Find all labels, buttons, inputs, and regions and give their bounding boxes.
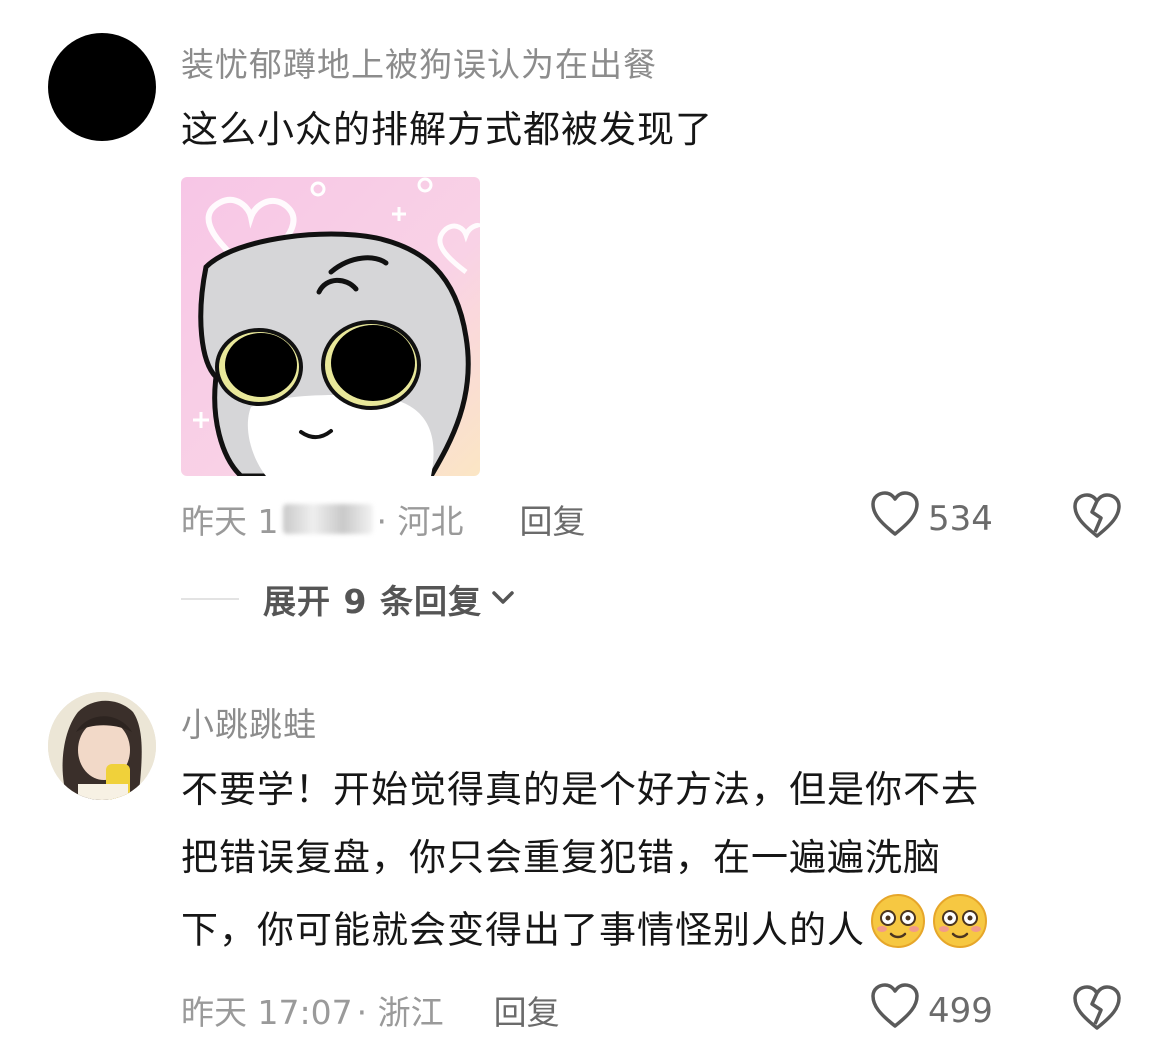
dislike-button[interactable] xyxy=(1072,492,1122,544)
sticker-image[interactable] xyxy=(181,177,480,476)
blurred-time xyxy=(282,504,373,534)
comment-text-line-3: 下，你可能就会变得出了事情怪别人的人 xyxy=(181,892,989,972)
comment-text: 不要学！开始觉得真的是个好方法，但是你不去 把错误复盘，你只会重复犯错，在一遍遍… xyxy=(181,756,989,972)
comment-location: · 浙江 xyxy=(356,993,444,1032)
comment-text: 这么小众的排解方式都被发现了 xyxy=(181,108,713,151)
username[interactable]: 小跳跳蛙 xyxy=(181,698,317,746)
comment-time: 昨天 17:07 xyxy=(181,993,353,1032)
expand-replies-label: 展开 9 条回复 xyxy=(263,582,482,621)
divider-line xyxy=(181,598,239,600)
like-button[interactable]: 499 xyxy=(870,982,993,1039)
comment-time: 昨天 1 xyxy=(181,502,279,541)
sticker-cat-illustration xyxy=(181,177,480,476)
like-button[interactable]: 534 xyxy=(870,490,993,547)
avatar[interactable] xyxy=(48,33,156,141)
avatar-photo xyxy=(48,692,156,800)
reply-button[interactable]: 回复 xyxy=(519,495,585,543)
comment-2: 小跳跳蛙 不要学！开始觉得真的是个好方法，但是你不去 把错误复盘，你只会重复犯错… xyxy=(0,650,1169,1056)
dislike-button[interactable] xyxy=(1072,984,1122,1036)
comment-location: · 河北 xyxy=(376,502,464,541)
chevron-down-icon xyxy=(490,587,516,611)
blushing-face-emoji xyxy=(931,892,989,972)
heart-outline-icon xyxy=(870,490,920,547)
like-count: 534 xyxy=(928,498,993,539)
broken-heart-icon xyxy=(1072,493,1122,544)
reply-button[interactable]: 回复 xyxy=(494,986,560,1034)
expand-replies[interactable]: 展开 9 条回复 xyxy=(181,575,516,623)
comment-1: 装忧郁蹲地上被狗误认为在出餐 这么小众的排解方式都被发现了 昨天 1 · 河北 … xyxy=(0,0,1169,650)
comment-text-line-2: 把错误复盘，你只会重复犯错，在一遍遍洗脑 xyxy=(181,836,941,879)
avatar[interactable] xyxy=(48,692,156,800)
like-count: 499 xyxy=(928,990,993,1031)
blushing-face-emoji xyxy=(869,892,927,972)
broken-heart-icon xyxy=(1072,985,1122,1036)
username[interactable]: 装忧郁蹲地上被狗误认为在出餐 xyxy=(181,38,657,86)
comment-text-line-1: 不要学！开始觉得真的是个好方法，但是你不去 xyxy=(181,768,979,811)
comment-meta: 昨天 17:07 · 浙江 回复 xyxy=(181,986,560,1034)
comment-text-line-3-text: 下，你可能就会变得出了事情怪别人的人 xyxy=(181,908,865,952)
comment-meta: 昨天 1 · 河北 回复 xyxy=(181,495,585,543)
heart-outline-icon xyxy=(870,982,920,1039)
